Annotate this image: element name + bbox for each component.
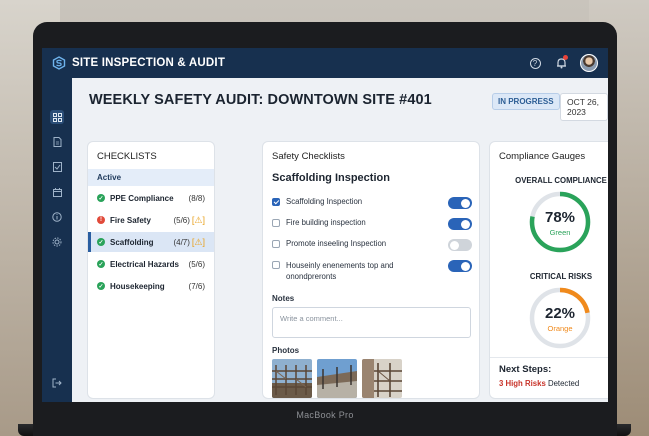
inspection-row: Scaffolding Inspection	[272, 197, 472, 209]
sidebar-item-calendar[interactable]	[50, 185, 64, 199]
checklists-heading: CHECKLISTS	[97, 151, 157, 162]
logout-icon	[52, 378, 62, 388]
checklist-item-label: Fire Safety	[110, 215, 151, 225]
photos-label: Photos	[272, 346, 300, 355]
checklist-item-ppe[interactable]: ✓ PPE Compliance (8/8)	[88, 188, 214, 208]
help-button[interactable]: ?	[528, 56, 542, 70]
critical-risks-value: 22%	[544, 305, 576, 322]
section-title: Scaffolding Inspection	[272, 172, 390, 184]
site-photo-thumbnail[interactable]	[317, 359, 357, 398]
sidebar-item-logout[interactable]	[50, 376, 64, 390]
checkbox[interactable]	[272, 219, 280, 227]
check-circle-icon: ✓	[97, 282, 105, 290]
checklist-item-label: Electrical Hazards	[110, 259, 179, 269]
sidebar-item-settings[interactable]	[50, 235, 64, 249]
overall-compliance-gauge: 78% Green	[528, 190, 592, 254]
checklist-item-count: (7/6)	[188, 281, 205, 291]
site-photo-thumbnail[interactable]	[362, 359, 402, 398]
notes-input[interactable]: Write a comment...	[272, 307, 471, 338]
inspection-row: Fire building inspection	[272, 218, 472, 230]
checklist-item-count: (4/7)	[173, 237, 190, 247]
inspection-label: Promote inseeling Inspection	[286, 239, 387, 248]
inspection-row: Houseinly enenements top and onondpreron…	[272, 260, 472, 282]
app-title: SITE INSPECTION & AUDIT	[72, 57, 226, 69]
top-bar: SITE INSPECTION & AUDIT ?	[42, 48, 608, 78]
info-icon	[52, 212, 62, 222]
checklist-item-electrical[interactable]: ✓ Electrical Hazards (5/6)	[88, 254, 214, 274]
next-steps-rest: Detected	[545, 379, 580, 388]
sidebar	[42, 78, 72, 402]
page-title: WEEKLY SAFETY AUDIT: DOWNTOWN SITE #401	[89, 92, 432, 108]
notification-badge	[563, 55, 568, 60]
overall-compliance-value: 78%	[544, 209, 576, 226]
next-steps-title: Next Steps:	[499, 364, 552, 375]
checklist-item-label: Scaffolding	[110, 237, 154, 247]
checklist-item-count: (5/6)	[173, 215, 190, 225]
sidebar-item-dashboard[interactable]	[50, 110, 64, 124]
app-screen: SITE INSPECTION & AUDIT ? WEEKLY SAFETY …	[42, 48, 608, 402]
inspection-label: Houseinly enenements top and onondpreron…	[286, 261, 394, 281]
site-photo-thumbnail[interactable]	[272, 359, 312, 398]
check-circle-icon: ✓	[97, 260, 105, 268]
inspection-row: Promote inseeling Inspection	[272, 239, 472, 251]
safety-heading: Safety Checklists	[272, 151, 345, 162]
checklists-panel: CHECKLISTS Active ✓ PPE Compliance (8/8)…	[87, 141, 215, 399]
next-steps: Next Steps: 3 High Risks Detected	[490, 357, 608, 398]
notifications-button[interactable]	[554, 55, 568, 70]
toggle-switch[interactable]	[448, 239, 472, 251]
avatar[interactable]	[580, 54, 598, 72]
checkbox-checked[interactable]	[272, 198, 280, 206]
toggle-switch[interactable]	[448, 260, 472, 272]
inspection-label: Scaffolding Inspection	[286, 197, 363, 206]
sidebar-item-info[interactable]	[50, 210, 64, 224]
laptop-frame: MacBook Pro SITE INSPECTION & AUDIT ? WE…	[33, 22, 617, 436]
checklist-item-label: PPE Compliance	[110, 193, 174, 203]
sidebar-item-documents[interactable]	[50, 135, 64, 149]
compliance-gauges-panel: Compliance Gauges OVERALL COMPLIANCE 78%…	[489, 141, 608, 399]
toggle-switch[interactable]	[448, 197, 472, 209]
help-icon: ?	[529, 57, 541, 69]
checkbox[interactable]	[272, 261, 280, 269]
warning-icon: [⚠]	[191, 214, 205, 225]
overall-compliance-status: Green	[549, 228, 571, 237]
status-badge: IN PROGRESS	[492, 93, 560, 110]
checklist-icon	[52, 162, 62, 172]
checklist-item-count: (8/8)	[188, 193, 205, 203]
checklist-item-scaffolding[interactable]: ✓ Scaffolding (4/7) [⚠]	[88, 232, 214, 252]
grid-icon	[52, 112, 62, 122]
notes-label: Notes	[272, 294, 295, 303]
critical-risks-label: CRITICAL RISKS	[529, 272, 593, 281]
document-icon	[53, 137, 61, 147]
critical-risks-gauge: 22% Orange	[528, 286, 592, 350]
checklist-item-housekeeping[interactable]: ✓ Housekeeping (7/6)	[88, 276, 214, 296]
check-circle-icon: ✓	[97, 238, 105, 246]
overall-compliance-label: OVERALL COMPLIANCE	[515, 176, 607, 185]
laptop-model-label: MacBook Pro	[296, 410, 354, 420]
alert-circle-icon: !	[97, 216, 105, 224]
checklist-group-active: Active	[88, 169, 214, 186]
high-risks-count: 3 High Risks	[499, 379, 546, 388]
main-content: WEEKLY SAFETY AUDIT: DOWNTOWN SITE #401 …	[72, 78, 608, 402]
gear-icon	[52, 237, 62, 247]
checklist-item-fire-safety[interactable]: ! Fire Safety (5/6) [⚠]	[88, 210, 214, 230]
calendar-icon	[52, 187, 62, 197]
date-display[interactable]: OCT 26, 2023	[560, 93, 608, 121]
checkbox[interactable]	[272, 240, 280, 248]
next-steps-text[interactable]: 3 High Risks Detected	[499, 379, 608, 388]
inspection-label: Fire building inspection	[286, 218, 366, 227]
sidebar-item-checklists[interactable]	[50, 160, 64, 174]
toggle-switch[interactable]	[448, 218, 472, 230]
critical-risks-status: Orange	[547, 324, 573, 333]
check-circle-icon: ✓	[97, 194, 105, 202]
warning-icon: [⚠]	[191, 236, 205, 247]
checklist-item-label: Housekeeping	[110, 281, 165, 291]
checklist-item-count: (5/6)	[188, 259, 205, 269]
gauges-heading: Compliance Gauges	[499, 151, 586, 162]
app-logo-icon	[52, 56, 66, 70]
safety-checklists-panel: Safety Checklists Scaffolding Inspection…	[262, 141, 480, 399]
